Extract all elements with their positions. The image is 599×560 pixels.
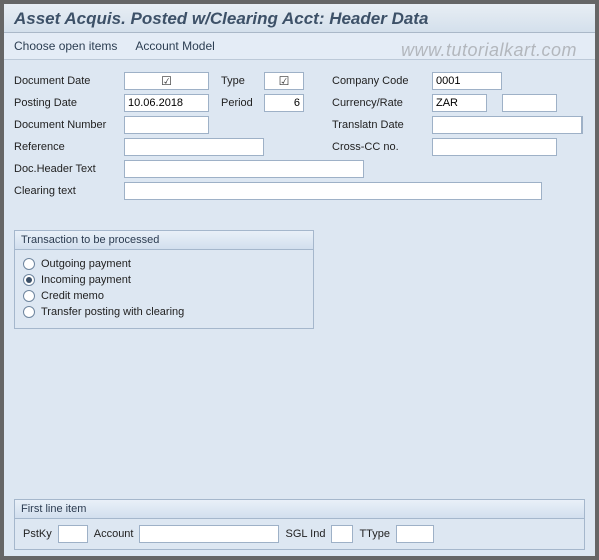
currency-rate-extra-input[interactable] [502, 94, 557, 112]
transaction-group-title: Transaction to be processed [15, 231, 313, 250]
sgl-ind-label: SGL Ind [285, 528, 325, 540]
currency-rate-label: Currency/Rate [332, 97, 432, 109]
document-number-input[interactable] [124, 116, 209, 134]
radio-label: Credit memo [41, 290, 104, 302]
content-area: Document Date ☑ Type ☑ Company Code Post… [4, 60, 595, 556]
window-title: Asset Acquis. Posted w/Clearing Acct: He… [14, 9, 428, 28]
first-line-body: PstKy Account SGL Ind TType [15, 519, 584, 549]
radio-credit-memo[interactable]: Credit memo [23, 288, 305, 304]
translatn-date-input[interactable] [432, 116, 582, 134]
toolbar: Choose open items Account Model [4, 33, 595, 60]
doc-header-text-input[interactable] [124, 160, 364, 178]
document-date-label: Document Date [14, 75, 124, 87]
radio-outgoing-payment[interactable]: Outgoing payment [23, 256, 305, 272]
radio-icon [23, 290, 35, 302]
first-line-title: First line item [15, 500, 584, 519]
clearing-text-input[interactable] [124, 182, 542, 200]
account-label: Account [94, 528, 134, 540]
translatn-date-label: Translatn Date [332, 119, 432, 131]
company-code-input[interactable] [432, 72, 502, 90]
radio-label: Outgoing payment [41, 258, 131, 270]
app-window: Asset Acquis. Posted w/Clearing Acct: He… [4, 4, 595, 556]
period-label: Period [209, 97, 264, 109]
transaction-group: Transaction to be processed Outgoing pay… [14, 230, 314, 329]
type-label: Type [209, 75, 264, 87]
period-input[interactable] [264, 94, 304, 112]
posting-date-input[interactable] [124, 94, 209, 112]
type-input[interactable]: ☑ [264, 72, 304, 90]
document-number-label: Document Number [14, 119, 124, 131]
radio-icon [23, 306, 35, 318]
header-form: Document Date ☑ Type ☑ Company Code Post… [14, 72, 585, 156]
choose-open-items-button[interactable]: Choose open items [14, 39, 117, 53]
radio-icon [23, 274, 35, 286]
doc-header-text-label: Doc.Header Text [14, 163, 124, 175]
required-check-icon: ☑ [279, 74, 290, 88]
account-model-button[interactable]: Account Model [135, 39, 214, 53]
radio-icon [23, 258, 35, 270]
currency-rate-input[interactable] [432, 94, 487, 112]
radio-label: Incoming payment [41, 274, 131, 286]
first-line-item-group: First line item PstKy Account SGL Ind TT… [14, 499, 585, 550]
company-code-label: Company Code [332, 75, 432, 87]
account-input[interactable] [139, 525, 279, 543]
header-wide-rows: Doc.Header Text Clearing text [14, 160, 585, 204]
ttype-label: TType [359, 528, 390, 540]
radio-incoming-payment[interactable]: Incoming payment [23, 272, 305, 288]
cross-cc-no-label: Cross-CC no. [332, 141, 432, 153]
radio-label: Transfer posting with clearing [41, 306, 184, 318]
cross-cc-no-input[interactable] [432, 138, 557, 156]
clearing-text-label: Clearing text [14, 185, 124, 197]
translatn-date-search-icon[interactable] [582, 116, 583, 134]
reference-input[interactable] [124, 138, 264, 156]
reference-label: Reference [14, 141, 124, 153]
transaction-group-body: Outgoing payment Incoming payment Credit… [15, 250, 313, 328]
document-date-input[interactable]: ☑ [124, 72, 209, 90]
ttype-input[interactable] [396, 525, 434, 543]
title-bar: Asset Acquis. Posted w/Clearing Acct: He… [4, 4, 595, 33]
sgl-ind-input[interactable] [331, 525, 353, 543]
pstky-input[interactable] [58, 525, 88, 543]
required-check-icon: ☑ [161, 74, 172, 88]
pstky-label: PstKy [23, 528, 52, 540]
radio-transfer-posting[interactable]: Transfer posting with clearing [23, 304, 305, 320]
posting-date-label: Posting Date [14, 97, 124, 109]
